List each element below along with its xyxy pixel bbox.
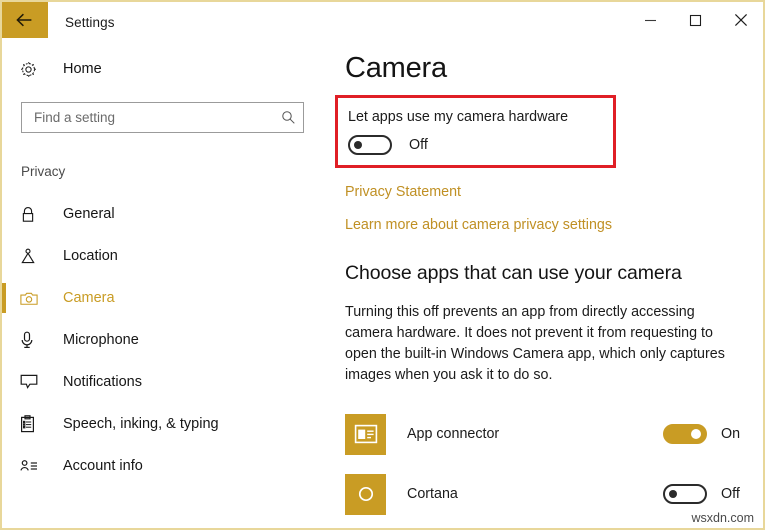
app-toggle[interactable] (663, 484, 707, 504)
camera-icon (20, 291, 42, 306)
app-toggle-state: On (707, 426, 741, 442)
minimize-icon (644, 14, 657, 27)
app-toggle[interactable] (663, 424, 707, 444)
maximize-icon (689, 14, 702, 27)
sidebar-item-home[interactable]: Home (2, 52, 321, 86)
sidebar-item-camera[interactable]: Camera (2, 277, 321, 319)
maximize-button[interactable] (673, 2, 718, 38)
sidebar-item-microphone-label: Microphone (42, 332, 139, 348)
account-info-icon (20, 459, 42, 473)
back-button[interactable] (2, 2, 48, 38)
window-title: Settings (48, 2, 115, 42)
choose-apps-description: Turning this off prevents an app from di… (345, 302, 741, 386)
arrow-left-icon (15, 12, 35, 28)
close-icon (734, 13, 748, 27)
app-toggle-state: Off (707, 486, 741, 502)
app-name: Cortana (386, 486, 663, 502)
lock-icon (20, 206, 42, 223)
list-item[interactable]: App connector On (345, 404, 741, 464)
search-input[interactable] (22, 103, 273, 132)
microphone-icon (20, 331, 42, 349)
sidebar-item-speech-label: Speech, inking, & typing (42, 416, 219, 432)
app-name: App connector (386, 426, 663, 442)
app-list: App connector On Cortana (345, 404, 763, 524)
gear-icon (20, 61, 42, 78)
sidebar: Home Privacy (2, 42, 321, 530)
main-content: Camera Let apps use my camera hardware O… (321, 42, 763, 530)
camera-hardware-toggle-state: Off (392, 137, 428, 153)
sidebar-item-microphone[interactable]: Microphone (2, 319, 321, 361)
settings-window: Settings (0, 0, 765, 530)
sidebar-item-account-info[interactable]: Account info (2, 445, 321, 487)
sidebar-nav-list: General Location (2, 193, 321, 487)
location-pin-icon (20, 248, 42, 265)
close-button[interactable] (718, 2, 763, 38)
sidebar-item-notifications-label: Notifications (42, 374, 142, 390)
app-toggle-group: Off (663, 484, 741, 504)
search-box[interactable] (21, 102, 304, 133)
sidebar-item-speech-inking-typing[interactable]: Speech, inking, & typing (2, 403, 321, 445)
privacy-statement-link[interactable]: Privacy Statement (345, 184, 461, 200)
app-toggle-group: On (663, 424, 741, 444)
camera-hardware-label: Let apps use my camera hardware (348, 108, 613, 126)
window-body: Home Privacy (2, 42, 763, 530)
sidebar-item-general-label: General (42, 206, 115, 222)
learn-more-link[interactable]: Learn more about camera privacy settings (345, 217, 612, 233)
sidebar-item-account-info-label: Account info (42, 458, 143, 474)
title-bar: Settings (2, 2, 763, 42)
watermark: wsxdn.com (691, 511, 754, 525)
app-connector-tile-icon (345, 414, 386, 455)
camera-hardware-annotated-section: Let apps use my camera hardware Off (335, 95, 616, 168)
titlebar-spacer (115, 2, 628, 42)
list-item[interactable]: Cortana Off (345, 464, 741, 524)
sidebar-item-notifications[interactable]: Notifications (2, 361, 321, 403)
sidebar-item-location-label: Location (42, 248, 118, 264)
search-icon[interactable] (273, 103, 303, 132)
sidebar-item-camera-label: Camera (42, 290, 115, 306)
sidebar-item-home-label: Home (42, 61, 102, 77)
sidebar-section-header: Privacy (21, 164, 321, 179)
camera-hardware-toggle[interactable] (348, 135, 392, 155)
sidebar-item-location[interactable]: Location (2, 235, 321, 277)
clipboard-icon (20, 415, 42, 433)
minimize-button[interactable] (628, 2, 673, 38)
cortana-circle-tile-icon (345, 474, 386, 515)
choose-apps-heading: Choose apps that can use your camera (345, 262, 763, 285)
speech-bubble-icon (20, 374, 42, 390)
camera-hardware-toggle-row: Off (348, 135, 613, 155)
sidebar-item-general[interactable]: General (2, 193, 321, 235)
page-title: Camera (345, 50, 763, 86)
